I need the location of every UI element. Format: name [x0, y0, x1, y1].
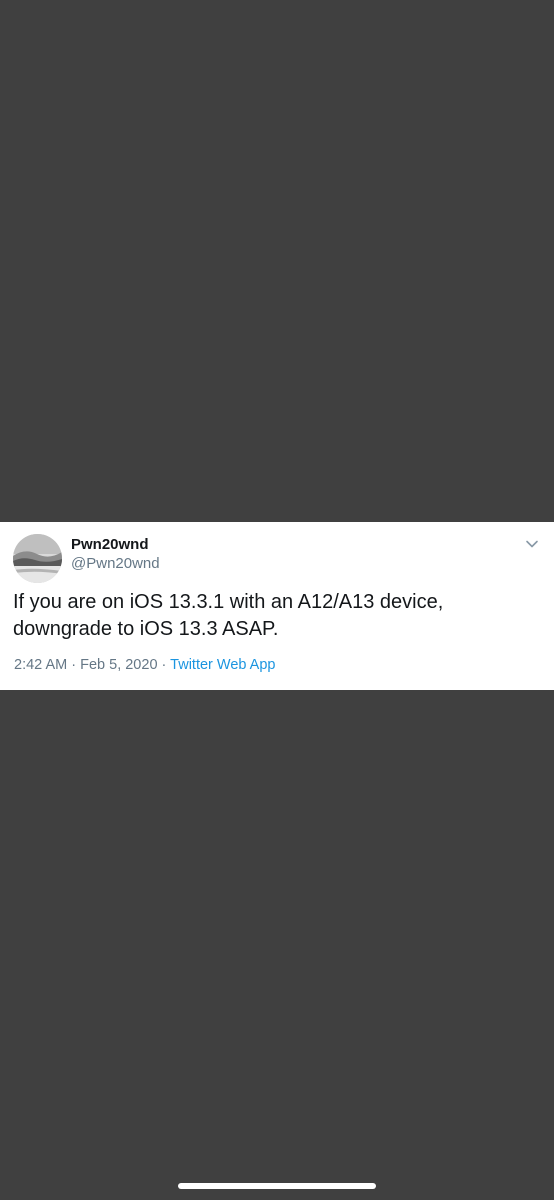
avatar[interactable] [13, 534, 62, 583]
tweet-source-link[interactable]: Twitter Web App [170, 657, 275, 673]
chevron-down-icon[interactable] [522, 534, 542, 554]
user-handle[interactable]: @Pwn20wnd [71, 555, 160, 573]
tweet-time[interactable]: 2:42 AM [14, 657, 67, 673]
tweet-card[interactable]: Pwn20wnd @Pwn20wnd If you are on iOS 13.… [0, 522, 554, 690]
meta-separator: · [71, 657, 77, 673]
meta-separator: · [161, 657, 167, 673]
landscape-avatar-image [13, 534, 62, 583]
home-indicator[interactable] [178, 1183, 376, 1189]
tweet-text: If you are on iOS 13.3.1 with an A12/A13… [13, 591, 444, 640]
display-name[interactable]: Pwn20wnd [71, 536, 149, 554]
tweet-date[interactable]: Feb 5, 2020 [80, 657, 157, 673]
tweet-meta: 2:42 AM · Feb 5, 2020 · Twitter Web App [14, 656, 275, 674]
